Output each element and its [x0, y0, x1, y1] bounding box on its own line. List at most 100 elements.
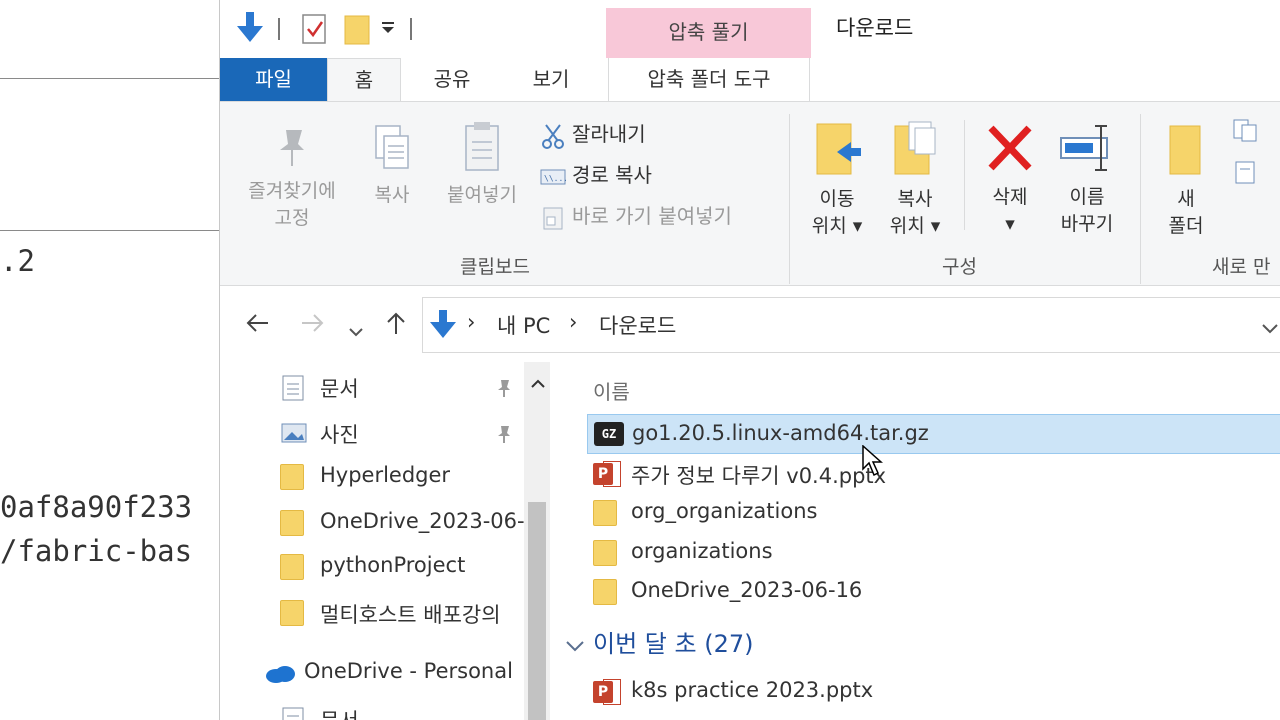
- group-header-label: 이번 달 초 (27): [593, 630, 754, 658]
- tab-compressed-folder-tools[interactable]: 압축 폴더 도구: [608, 58, 810, 102]
- nav-item-label: 멀티호스트 배포강의: [320, 603, 501, 627]
- back-arrow-icon[interactable]: [244, 310, 270, 342]
- easy-access-icon: [1232, 159, 1258, 185]
- new-folder-quick-icon[interactable]: [344, 10, 370, 50]
- delete-button[interactable]: 삭제 ▾: [976, 122, 1044, 238]
- nav-item-label: OneDrive - Personal: [304, 659, 513, 683]
- scrollbar-thumb[interactable]: [528, 502, 546, 720]
- move-to-folder-icon: [816, 123, 861, 175]
- paste-shortcut-label: 바로 가기 붙여넣기: [572, 204, 732, 228]
- breadcrumb-separator[interactable]: ›: [569, 310, 577, 334]
- paste-shortcut-button[interactable]: 바로 가기 붙여넣기: [540, 200, 732, 231]
- pin-label: 즐겨찾기에 고정: [248, 180, 336, 229]
- picture-icon: [280, 420, 308, 451]
- pin-to-quick-access-button[interactable]: 즐겨찾기에 고정: [232, 126, 352, 232]
- forward-arrow-icon[interactable]: [300, 310, 326, 342]
- cut-label: 잘라내기: [572, 122, 646, 146]
- mouse-cursor-icon: [862, 444, 884, 481]
- file-row[interactable]: GZ go1.20.5.linux-amd64.tar.gz: [587, 414, 1280, 454]
- title-bar: 압축 풀기 다운로드: [220, 0, 1280, 58]
- powerpoint-icon: P: [593, 679, 621, 705]
- ribbon-tab-bar: 파일 홈 공유 보기 압축 폴더 도구: [220, 58, 1280, 104]
- column-header-name[interactable]: 이름: [593, 376, 630, 405]
- copy-path-label: 경로 복사: [572, 163, 652, 187]
- rename-button[interactable]: 이름 바꾸기: [1050, 122, 1124, 238]
- terminal-divider: [0, 78, 220, 79]
- breadcrumb-downloads[interactable]: 다운로드: [599, 310, 676, 340]
- up-arrow-icon[interactable]: [384, 310, 408, 342]
- delete-x-icon: [988, 125, 1032, 171]
- copy-icon: [375, 125, 409, 169]
- folder-icon: [593, 540, 617, 566]
- easy-access-button[interactable]: [1232, 158, 1264, 185]
- window-title: 다운로드: [836, 16, 914, 40]
- paste-button[interactable]: 붙여넣기: [432, 120, 532, 209]
- file-name: organizations: [631, 539, 773, 563]
- file-name: org_organizations: [631, 499, 818, 523]
- terminal-divider: [0, 230, 220, 231]
- file-row[interactable]: OneDrive_2023-06-16: [587, 572, 1280, 612]
- document-icon: [280, 374, 306, 407]
- new-folder-button[interactable]: 새 폴더: [1156, 122, 1216, 240]
- copy-to-button[interactable]: 복사 위치 ▾: [880, 120, 950, 240]
- quick-access-download-icon[interactable]: [234, 10, 266, 50]
- paste-label: 붙여넣기: [447, 184, 517, 206]
- nav-item-label: 문서: [320, 377, 359, 401]
- copy-label: 복사: [374, 184, 410, 206]
- file-row[interactable]: P 주가 정보 다루기 v0.4.pptx: [587, 454, 1280, 494]
- delete-label: 삭제 ▾: [992, 186, 1028, 235]
- tab-home[interactable]: 홈: [327, 58, 401, 104]
- nav-item-label: pythonProject: [320, 553, 466, 577]
- navigation-pane: 문서 사진 Hyperledger OneDrive_2023-06- pyth…: [220, 362, 550, 720]
- file-row[interactable]: P k8s practice 2023.pptx: [587, 672, 1280, 712]
- file-name: OneDrive_2023-06-16: [631, 578, 863, 602]
- copy-path-button[interactable]: \\... 경로 복사: [540, 159, 652, 190]
- recent-locations-chevron-icon[interactable]: [348, 316, 364, 344]
- navigation-pane-scrollbar[interactable]: [524, 362, 550, 720]
- new-item-button[interactable]: [1232, 116, 1264, 143]
- file-name: 주가 정보 다루기 v0.4.pptx: [631, 464, 887, 488]
- nav-item-label: 사진: [320, 423, 359, 447]
- new-folder-icon: [1169, 125, 1201, 175]
- pin-icon: [495, 424, 513, 449]
- clipboard-paste-icon: [465, 122, 499, 171]
- nav-item-label: OneDrive_2023-06-: [320, 509, 525, 533]
- file-explorer-window: 압축 풀기 다운로드 파일 홈 공유 보기 압축 폴더 도구 즐겨찾기에 고정 …: [219, 0, 1280, 720]
- nav-item-label: Hyperledger: [320, 463, 451, 487]
- new-folder-label: 새 폴더: [1168, 188, 1204, 237]
- breadcrumb-my-pc[interactable]: 내 PC: [497, 310, 550, 340]
- new-group-label: 새로 만: [1212, 256, 1271, 278]
- ribbon-group-separator: [1140, 114, 1141, 284]
- group-collapse-chevron-icon[interactable]: [565, 631, 585, 659]
- tab-view[interactable]: 보기: [510, 58, 592, 102]
- customize-quick-access-chevron-icon[interactable]: [380, 20, 396, 40]
- onedrive-cloud-icon: [264, 664, 296, 689]
- downloads-location-icon: [427, 308, 459, 346]
- group-header-early-this-month[interactable]: 이번 달 초 (27): [565, 624, 753, 659]
- address-dropdown-chevron-icon[interactable]: [1261, 320, 1279, 339]
- tab-file[interactable]: 파일: [220, 58, 327, 102]
- scroll-up-chevron-icon[interactable]: [531, 374, 545, 393]
- copy-button[interactable]: 복사: [362, 122, 422, 209]
- copy-path-icon: \\...: [540, 164, 568, 190]
- ribbon-group-separator: [789, 114, 790, 284]
- quick-access-separator: [410, 18, 412, 40]
- tab-share[interactable]: 공유: [410, 58, 494, 102]
- address-bar[interactable]: › 내 PC › 다운로드: [422, 297, 1280, 353]
- file-list: 이름 GZ go1.20.5.linux-amd64.tar.gz P 주가 정…: [565, 362, 1280, 720]
- paste-shortcut-icon: [540, 205, 566, 231]
- breadcrumb-separator[interactable]: ›: [467, 310, 475, 334]
- move-to-button[interactable]: 이동 위치 ▾: [802, 120, 872, 240]
- gz-archive-icon: GZ: [594, 422, 624, 446]
- folder-icon: [280, 554, 304, 580]
- move-to-label: 이동 위치 ▾: [811, 188, 863, 237]
- pin-icon: [280, 130, 304, 166]
- nav-item-label: 문서: [320, 705, 359, 720]
- file-row[interactable]: organizations: [587, 533, 1280, 573]
- properties-checklist-icon[interactable]: [300, 10, 328, 50]
- ribbon-panel: 즐겨찾기에 고정 복사 붙여넣기 잘라내기 \\... 경로 복사 바로 가기 붙…: [220, 101, 1280, 286]
- cut-button[interactable]: 잘라내기: [540, 118, 646, 149]
- nav-item-multihost[interactable]: 멀티호스트 배포강의: [280, 594, 520, 634]
- quick-access-separator: [278, 18, 280, 40]
- file-row[interactable]: org_organizations: [587, 493, 1280, 533]
